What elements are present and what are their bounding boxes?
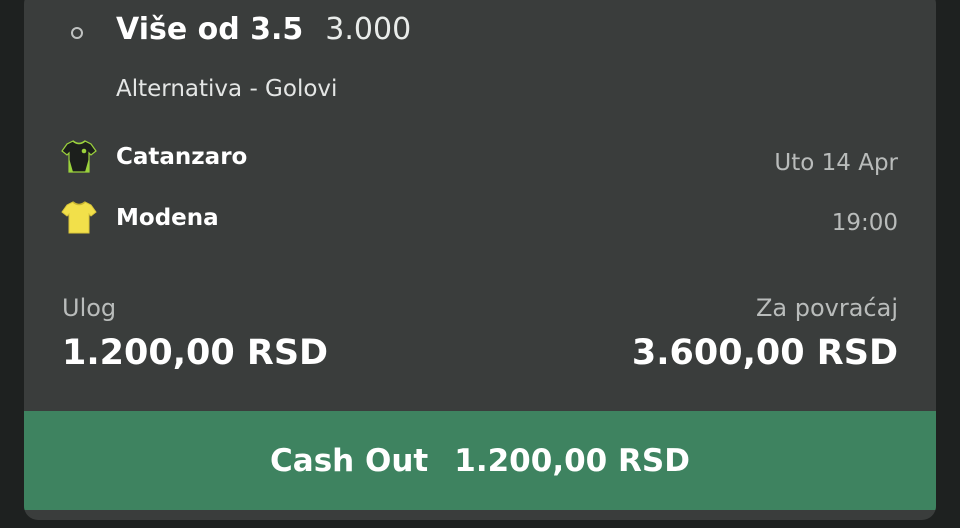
cash-out-amount: 1.200,00 RSD (454, 442, 690, 479)
selection-odds: 3.000 (325, 12, 412, 47)
selection-name: Više od 3.5 (116, 12, 304, 47)
cash-out-label: Cash Out (270, 442, 429, 479)
cash-out-button[interactable]: Cash Out 1.200,00 RSD (24, 411, 936, 510)
returns-label: Za povraćaj (755, 294, 898, 322)
stake-value: 1.200,00 RSD (62, 333, 329, 373)
away-team-name: Modena (116, 205, 219, 231)
match-time: 19:00 (831, 210, 898, 236)
yellow-shirt-icon (61, 201, 97, 234)
home-team-name: Catanzaro (116, 144, 248, 170)
selection-status-icon (71, 27, 83, 39)
selection-row: Više od 3.5 3.000 (116, 12, 411, 47)
black-green-shirt-icon (61, 140, 97, 173)
returns-value: 3.600,00 RSD (631, 333, 898, 373)
market-name: Alternativa - Golovi (116, 76, 338, 102)
bet-card: Više od 3.5 3.000 Alternativa - Golovi Ca… (24, 0, 936, 520)
match-date: Uto 14 Apr (774, 150, 898, 176)
stake-label: Ulog (62, 294, 117, 322)
